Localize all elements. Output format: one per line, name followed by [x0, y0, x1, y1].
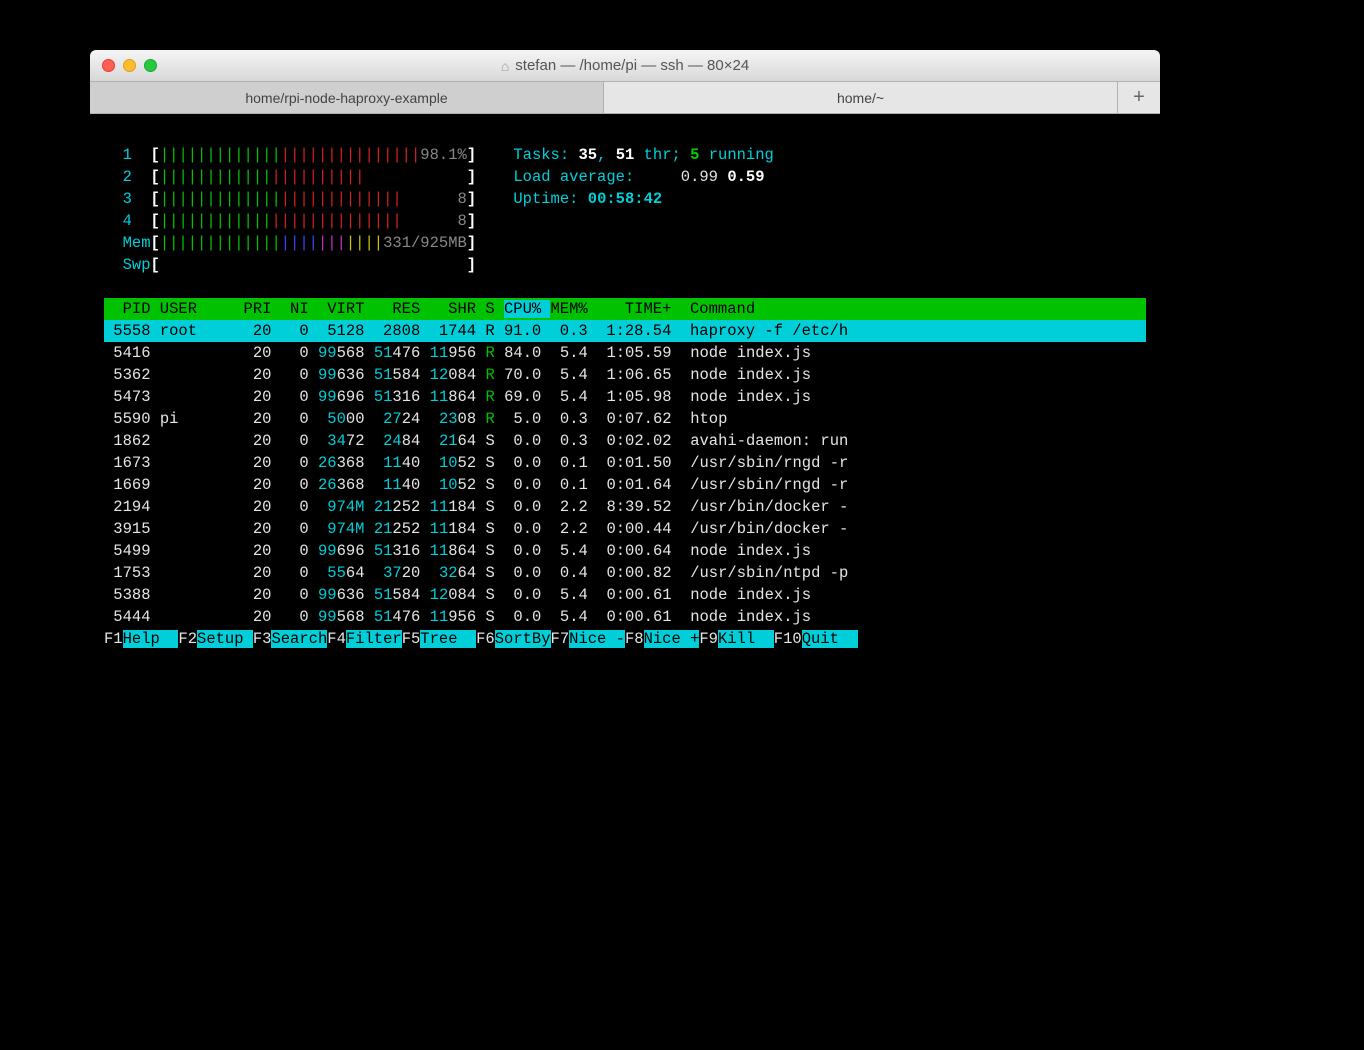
process-row[interactable]: 1862 20 0 3472 2484 2164 S 0.0 0.3 0:02.…: [104, 430, 1146, 452]
fkey-f5[interactable]: Tree: [420, 630, 476, 648]
window-titlebar[interactable]: ⌂ stefan — /home/pi — ssh — 80×24: [90, 50, 1160, 82]
fkey-f6[interactable]: SortBy: [495, 630, 551, 648]
process-row[interactable]: 2194 20 0 974M 21252 11184 S 0.0 2.2 8:3…: [104, 496, 1146, 518]
process-row[interactable]: 5362 20 0 99636 51584 12084 R 70.0 5.4 1…: [104, 364, 1146, 386]
process-header[interactable]: PID USER PRI NI VIRT RES SHR S CPU% MEM%…: [104, 298, 1146, 320]
process-row-selected[interactable]: 5558 root 20 0 5128 2808 1744 R 91.0 0.3…: [104, 320, 1146, 342]
terminal-window: ⌂ stefan — /home/pi — ssh — 80×24 home/r…: [90, 50, 1160, 656]
fkey-f7[interactable]: Nice -: [569, 630, 625, 648]
fkey-f8[interactable]: Nice +: [644, 630, 700, 648]
new-tab-button[interactable]: +: [1118, 82, 1160, 113]
fkey-f9[interactable]: Kill: [718, 630, 774, 648]
process-row[interactable]: 1669 20 0 26368 1140 1052 S 0.0 0.1 0:01…: [104, 474, 1146, 496]
process-row[interactable]: 5444 20 0 99568 51476 11956 S 0.0 5.4 0:…: [104, 606, 1146, 628]
fkey-f3[interactable]: Search: [271, 630, 327, 648]
traffic-lights: [102, 59, 157, 72]
window-title: ⌂ stefan — /home/pi — ssh — 80×24: [90, 57, 1160, 74]
close-icon[interactable]: [102, 59, 115, 72]
process-row[interactable]: 5499 20 0 99696 51316 11864 S 0.0 5.4 0:…: [104, 540, 1146, 562]
process-row[interactable]: 5590 pi 20 0 5000 2724 2308 R 5.0 0.3 0:…: [104, 408, 1146, 430]
fkey-f4[interactable]: Filter: [346, 630, 402, 648]
process-row[interactable]: 5416 20 0 99568 51476 11956 R 84.0 5.4 1…: [104, 342, 1146, 364]
fkey-f1[interactable]: Help: [123, 630, 179, 648]
process-row[interactable]: 5473 20 0 99696 51316 11864 R 69.0 5.4 1…: [104, 386, 1146, 408]
fkey-f10[interactable]: Quit: [802, 630, 858, 648]
tab-2[interactable]: home/~: [604, 82, 1118, 113]
minimize-icon[interactable]: [123, 59, 136, 72]
home-icon: ⌂: [501, 58, 509, 74]
terminal-content[interactable]: 1 [||||||||||||||||||||||||||||98.1%] Ta…: [90, 114, 1160, 656]
process-row[interactable]: 1673 20 0 26368 1140 1052 S 0.0 0.1 0:01…: [104, 452, 1146, 474]
tab-1[interactable]: home/rpi-node-haproxy-example: [90, 82, 604, 113]
process-row[interactable]: 1753 20 0 5564 3720 3264 S 0.0 0.4 0:00.…: [104, 562, 1146, 584]
process-row[interactable]: 3915 20 0 974M 21252 11184 S 0.0 2.2 0:0…: [104, 518, 1146, 540]
tab-bar: home/rpi-node-haproxy-example home/~ +: [90, 82, 1160, 114]
maximize-icon[interactable]: [144, 59, 157, 72]
fkey-f2[interactable]: Setup: [197, 630, 253, 648]
process-row[interactable]: 5388 20 0 99636 51584 12084 S 0.0 5.4 0:…: [104, 584, 1146, 606]
